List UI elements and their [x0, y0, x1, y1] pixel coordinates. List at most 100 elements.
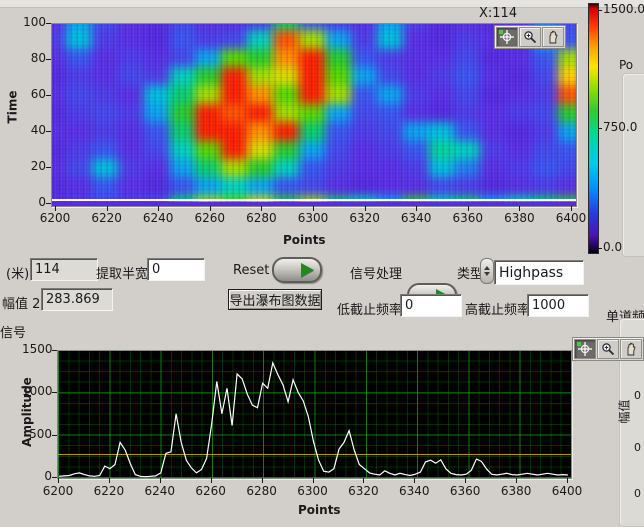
signal-graph-palette — [572, 337, 644, 361]
signal-xtick-label: 6300 — [295, 484, 331, 498]
amp2-value-display[interactable]: 283.869 — [41, 288, 113, 311]
waterfall-xtick-label: 6220 — [89, 211, 125, 225]
axis-tick — [46, 59, 51, 60]
axis-tick — [598, 10, 602, 11]
signal-ytick-label: 1000 — [22, 384, 52, 398]
axis-tick — [468, 206, 469, 211]
axis-tick — [107, 206, 108, 211]
signal-xtick-label: 6280 — [244, 484, 280, 498]
signal-xtick-label: 6200 — [40, 484, 76, 498]
meter-label: (米) — [6, 263, 29, 282]
colorbar-tick-label: 0.0 — [603, 240, 622, 254]
axis-tick — [58, 478, 59, 483]
waterfall-ytick-label: 0 — [18, 195, 46, 209]
waterfall-xtick-label: 6200 — [37, 211, 73, 225]
axis-tick — [519, 206, 520, 211]
spinner-down-icon[interactable] — [484, 272, 490, 276]
axis-tick — [365, 206, 366, 211]
signal-xtick-label: 6400 — [549, 484, 585, 498]
axis-tick — [109, 478, 110, 483]
axis-tick — [516, 478, 517, 483]
signal-section-title: 信号 — [0, 322, 26, 341]
colorbar-tick-label: 1500.0 — [603, 2, 644, 16]
zoom-tool-button[interactable] — [597, 339, 619, 359]
right-panel-tick-label: 0 — [634, 441, 641, 454]
signal-xtick-label: 6320 — [345, 484, 381, 498]
signal-xlabel: Points — [298, 503, 341, 517]
signal-xtick-label: 6220 — [91, 484, 127, 498]
hand-icon — [546, 30, 560, 44]
magnifier-icon — [601, 342, 615, 356]
meter-value-display[interactable]: 114 — [30, 258, 98, 281]
right-panel-vertical-label: 幅值 — [616, 399, 633, 423]
signal-ytick-label: 0 — [22, 469, 52, 483]
axis-tick — [211, 478, 212, 483]
signal-xtick-label: 6260 — [193, 484, 229, 498]
reset-label: Reset — [233, 263, 269, 278]
waterfall-xtick-label: 6260 — [192, 211, 228, 225]
axis-tick — [598, 248, 602, 249]
waterfall-cursor-line[interactable] — [52, 199, 576, 201]
axis-tick — [363, 478, 364, 483]
front-panel: Time Points X:114 — [0, 0, 644, 525]
waterfall-xtick-label: 6360 — [450, 211, 486, 225]
axis-tick — [52, 435, 57, 436]
waterfall-bottom-margin — [52, 202, 576, 206]
axis-tick — [52, 350, 57, 351]
colorbar-tick-label: 750.0 — [603, 120, 637, 134]
axis-tick — [414, 478, 415, 483]
axis-tick — [52, 392, 57, 393]
waterfall-xtick-label: 6280 — [243, 211, 279, 225]
waterfall-plot[interactable] — [51, 23, 577, 207]
right-side-panel-top — [622, 73, 644, 257]
magnifier-icon — [523, 30, 537, 44]
waterfall-ytick-label: 40 — [18, 123, 46, 137]
axis-tick — [46, 23, 51, 24]
signal-processing-label: 信号处理 — [350, 263, 402, 282]
zoom-tool-button[interactable] — [519, 27, 541, 47]
waterfall-xtick-label: 6340 — [398, 211, 434, 225]
waterfall-graph-palette — [494, 25, 566, 49]
axis-tick — [46, 203, 51, 204]
pan-tool-button[interactable] — [620, 339, 642, 359]
right-panel-partial-label: Po — [619, 58, 633, 72]
high-cutoff-input[interactable]: 1000 — [527, 294, 589, 317]
signal-plot[interactable] — [57, 350, 572, 479]
half-width-label: 提取半宽 — [96, 263, 148, 282]
axis-tick — [313, 206, 314, 211]
axis-tick — [262, 478, 263, 483]
axis-tick — [55, 206, 56, 211]
axis-tick — [313, 478, 314, 483]
reset-switch[interactable] — [272, 257, 322, 283]
hand-icon — [624, 342, 638, 356]
cursor-tool-button[interactable] — [496, 27, 518, 47]
half-width-input[interactable]: 0 — [147, 258, 205, 281]
signal-xtick-label: 6340 — [396, 484, 432, 498]
cursor-tool-active-dot — [499, 30, 503, 34]
spinner-up-icon[interactable] — [484, 266, 490, 270]
signal-ytick-label: 500 — [22, 427, 52, 441]
right-panel-tick-label: 0 — [634, 389, 641, 402]
cursor-tool-button[interactable] — [574, 339, 596, 359]
cursor-tool-active-dot — [577, 342, 581, 346]
waterfall-xtick-label: 6240 — [140, 211, 176, 225]
pan-tool-button[interactable] — [542, 27, 564, 47]
right-panel-tick-label: 0 — [634, 487, 641, 500]
low-cutoff-input[interactable]: 0 — [400, 294, 462, 317]
export-waterfall-button[interactable]: 导出瀑布图数据 — [228, 289, 322, 310]
high-cutoff-label: 高截止频率 — [465, 299, 530, 318]
type-dropdown[interactable]: Highpass — [494, 260, 584, 285]
amp2-label: 幅值 2 — [2, 293, 40, 312]
axis-tick — [46, 95, 51, 96]
waterfall-xtick-label: 6400 — [553, 211, 589, 225]
low-cutoff-label: 低截止频率 — [337, 299, 402, 318]
waterfall-ytick-label: 20 — [18, 159, 46, 173]
cursor-readout: X:114 — [479, 6, 517, 21]
axis-tick — [598, 128, 602, 129]
reset-switch-arrow-icon — [301, 263, 314, 277]
axis-tick — [52, 477, 57, 478]
heatmap-texture — [52, 24, 576, 206]
signal-xtick-label: 6240 — [142, 484, 178, 498]
type-spinner[interactable] — [480, 258, 494, 284]
signal-waveform — [58, 351, 571, 478]
